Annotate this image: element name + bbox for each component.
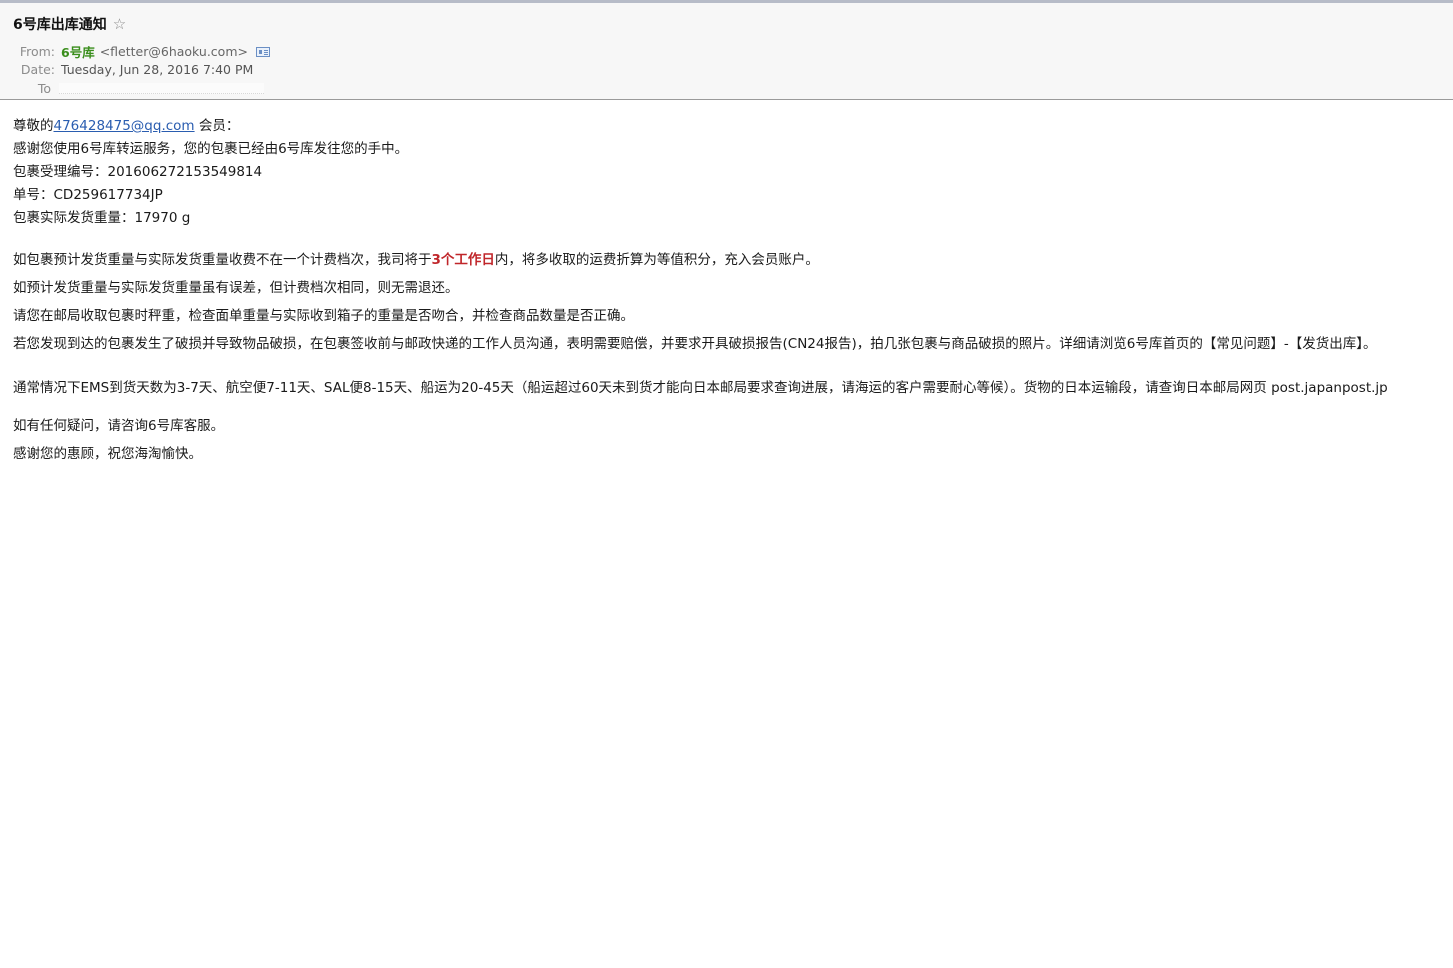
to-label: To [37, 81, 51, 96]
subject-row: 6号库出库通知 ☆ [13, 14, 126, 34]
greeting-prefix: 尊敬的 [13, 118, 54, 134]
date-value: Tuesday, Jun 28, 2016 7:40 PM [61, 62, 254, 77]
thanks-line: 感谢您使用6号库转运服务，您的包裹已经由6号库发往您的手中。 [13, 141, 409, 157]
shipping-time-line: 通常情况下EMS到货天数为3-7天、航空便7-11天、SAL便8-15天、船运为… [13, 380, 1388, 396]
member-email-link[interactable]: 476428475@qq.com [54, 118, 195, 134]
sender-address[interactable]: <fletter@6haoku.com> [100, 44, 248, 59]
message-header: 6号库出库通知 ☆ From: 6号库 <fletter@6haoku.com>… [0, 3, 1453, 100]
star-icon[interactable]: ☆ [113, 16, 126, 32]
sender-name[interactable]: 6号库 [61, 42, 95, 61]
refund-suffix: 内，将多收取的运费折算为等值积分，充入会员账户。 [494, 252, 819, 268]
refund-highlight: 3个工作日 [431, 252, 495, 268]
recipient-redacted [59, 83, 264, 94]
refund-policy-line: 如包裹预计发货重量与实际发货重量收费不在一个计费档次，我司将于3个工作日内，将多… [13, 246, 1453, 274]
message-subject: 6号库出库通知 [13, 17, 107, 33]
greeting-suffix: 会员： [194, 118, 240, 134]
date-label: Date: [20, 62, 55, 77]
no-refund-line: 如预计发货重量与实际发货重量虽有误差，但计费档次相同，则无需退还。 [13, 280, 459, 296]
message-body: 尊敬的476428475@qq.com 会员： 感谢您使用6号库转运服务，您的包… [13, 115, 1453, 468]
damage-policy-line: 若您发现到达的包裹发生了破损并导致物品破损，在包裹签收前与邮政快递的工作人员沟通… [13, 336, 1377, 352]
date-row: Date: Tuesday, Jun 28, 2016 7:40 PM [13, 62, 253, 77]
actual-weight-line: 包裹实际发货重量：17970 g [13, 210, 191, 226]
weigh-check-line: 请您在邮局收取包裹时秤重，检查面单重量与实际收到箱子的重量是否吻合，并检查商品数… [13, 308, 634, 324]
from-row: From: 6号库 <fletter@6haoku.com> [13, 42, 270, 61]
contact-card-icon[interactable] [255, 46, 270, 57]
to-row: To [13, 81, 264, 96]
refund-prefix: 如包裹预计发货重量与实际发货重量收费不在一个计费档次，我司将于 [13, 252, 432, 268]
greeting-line: 尊敬的476428475@qq.com 会员： [13, 115, 1453, 138]
acceptance-number-line: 包裹受理编号：201606272153549814 [13, 164, 263, 180]
from-label: From: [19, 44, 55, 59]
closing-line: 感谢您的惠顾，祝您海淘愉快。 [13, 446, 202, 462]
tracking-number-line: 单号：CD259617734JP [13, 187, 163, 203]
contact-line: 如有任何疑问，请咨询6号库客服。 [13, 418, 225, 434]
